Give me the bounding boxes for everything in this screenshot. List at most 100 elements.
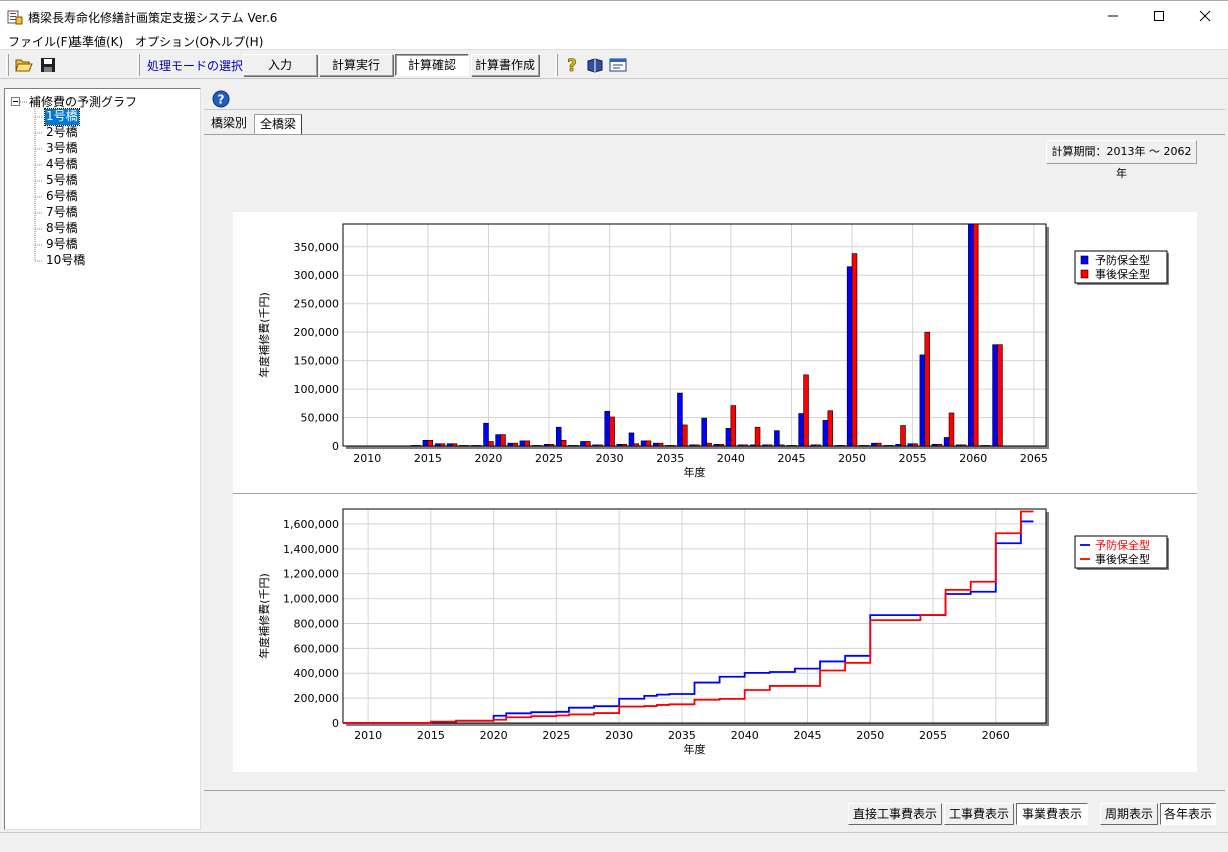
menu-help[interactable]: ヘルプ(H) [209, 33, 263, 50]
tree-item-bridge-6[interactable]: 6号橋 [45, 189, 79, 205]
tree-item-bridge-5[interactable]: 5号橋 [45, 173, 79, 189]
manual-book-button[interactable] [584, 54, 606, 76]
cumulative-chart-y-axis-label: 年度補修費(千円) [257, 573, 271, 659]
mode-selection-label: 処理モードの選択 [147, 59, 244, 73]
tree-item-bridge-8[interactable]: 8号橋 [45, 221, 79, 237]
bar-chart-bar [633, 443, 640, 447]
bar-chart-bar [640, 440, 647, 447]
bar-chart-bar [628, 432, 635, 447]
project-cost-button[interactable]: 事業費表示 [1016, 803, 1088, 825]
bar-chart-bar [888, 445, 894, 447]
cumulative-chart-y-tick-label: 1,600,000 [283, 518, 339, 531]
bar-chart-bar [992, 344, 998, 447]
bar-chart-bar [669, 445, 676, 447]
bridge-app-icon [7, 10, 23, 25]
bar-chart-bar [919, 354, 926, 447]
cumulative-chart-y-tick-label: 400,000 [294, 667, 340, 680]
bar-chart-bar [682, 424, 688, 447]
maximize-button[interactable] [1136, 1, 1182, 31]
help-circle-icon[interactable]: ? [212, 90, 230, 108]
bar-chart-bar [972, 223, 979, 447]
bar-chart-bar [883, 445, 889, 447]
book-icon [587, 58, 603, 73]
cumulative-chart-x-tick-label: 2035 [668, 729, 696, 742]
bar-chart-bar [524, 440, 531, 447]
bar-chart-bar [415, 445, 421, 447]
graph-pane: ? 橋梁別 全橋梁 計算期間：2013年 ～ 2062年 2010 2015 202… [204, 88, 1225, 830]
close-button[interactable] [1182, 1, 1228, 31]
bar-chart-bar [955, 444, 962, 447]
bar-chart-bar [730, 405, 737, 447]
tab-all-bridges[interactable]: 全橋梁 [254, 114, 303, 134]
bar-chart-y-tick-label: 250,000 [294, 298, 340, 311]
tree-item-bridge-10[interactable]: 10号橋 [45, 253, 86, 269]
save-button[interactable] [37, 54, 59, 76]
bar-chart-y-tick-label: 300,000 [294, 269, 340, 282]
bar-chart-bar [597, 444, 603, 447]
display-options-bar: 直接工事費表示 工事費表示 事業費表示 周期表示 各年表示 [204, 790, 1225, 830]
tree-item-bridge-9[interactable]: 9号橋 [45, 237, 79, 253]
minimize-button[interactable] [1090, 1, 1136, 31]
bar-chart-y-tick-label: 100,000 [294, 383, 340, 396]
cycle-display-button[interactable]: 周期表示 [1100, 803, 1158, 825]
bar-chart-bar [718, 443, 724, 447]
bar-chart-bar [476, 445, 482, 447]
bar-chart-bar [519, 440, 526, 447]
bar-chart-bar [488, 441, 494, 447]
bar-chart-bar [822, 420, 829, 447]
bar-chart-y-tick-label: 200,000 [294, 326, 340, 339]
open-folder-button[interactable] [13, 54, 35, 76]
cumulative-chart-x-tick-label: 2010 [354, 729, 382, 742]
menu-options[interactable]: オプション(O) [135, 33, 214, 50]
bar-chart-x-tick-label: 2045 [777, 452, 805, 465]
help-question-button[interactable]: ? [561, 54, 583, 76]
toolbar-grip [6, 54, 9, 76]
cumulative-chart-y-tick-label: 800,000 [294, 617, 340, 630]
menu-standard-values[interactable]: 基準値(K) [70, 33, 123, 50]
tree-root-forecast-graph[interactable]: 補修費の予測グラフ [29, 93, 137, 110]
question-mark-icon: ? [567, 56, 577, 74]
mode-report-button[interactable]: 計算書作成 [471, 54, 539, 76]
bar-chart-bar [851, 253, 858, 447]
bar-chart-bar [754, 426, 761, 447]
toolbar-grip [555, 54, 558, 76]
bar-chart-bar [798, 413, 804, 447]
mode-input-button[interactable]: 入力 [243, 54, 317, 76]
bar-chart-bar [786, 445, 792, 447]
help-row: ? [204, 88, 1225, 110]
yearly-display-button[interactable]: 各年表示 [1160, 803, 1216, 825]
bar-chart-bar [895, 443, 901, 447]
construction-cost-button[interactable]: 工事費表示 [944, 803, 1014, 825]
bar-chart-bar [500, 434, 506, 447]
bar-chart-bar [815, 444, 821, 447]
bar-chart-bar [495, 434, 501, 447]
bar-chart-bar [701, 417, 707, 447]
save-icon [41, 58, 55, 72]
bar-chart-legend-label: 予防保全型 [1095, 253, 1150, 267]
tree-item-bridge-7[interactable]: 7号橋 [45, 205, 79, 221]
cumulative-chart-y-tick-label: 0 [332, 717, 339, 730]
graph-content: 計算期間：2013年 ～ 2062年 2010 2015 2020 2025 2030 2… [204, 134, 1225, 788]
bar-chart-bar [762, 444, 768, 447]
chart-panel: 2010 2015 2020 2025 2030 2035 2040 2045 2050 2055… [233, 212, 1197, 772]
bar-chart-bar [459, 445, 465, 447]
tree-item-bridge-4[interactable]: 4号橋 [45, 157, 79, 173]
bar-chart-x-axis-label: 年度 [684, 465, 706, 479]
version-info-button[interactable] [607, 54, 629, 76]
direct-cost-button[interactable]: 直接工事費表示 [848, 803, 942, 825]
menu-file[interactable]: ファイル(F) [8, 33, 72, 50]
cumulative-chart-legend-label: 事後保全型 [1095, 552, 1150, 566]
cumulative-chart-x-tick-label: 2040 [731, 729, 759, 742]
mode-calc-run-button[interactable]: 計算実行 [319, 54, 393, 76]
mode-calc-check-button[interactable]: 計算確認 [395, 54, 469, 76]
tree-item-bridge-3[interactable]: 3号橋 [45, 141, 79, 157]
bar-chart-bar [657, 442, 664, 447]
bar-chart-y-tick-label: 350,000 [294, 241, 340, 254]
graph-tabs: 橋梁別 全橋梁 [204, 114, 1225, 134]
tab-per-bridge[interactable]: 橋梁別 [206, 114, 252, 134]
close-icon [1199, 10, 1211, 22]
tree-item-bridge-2[interactable]: 2号橋 [45, 125, 79, 141]
svg-text:?: ? [567, 56, 577, 74]
tree-item-bridge-1[interactable]: 1号橋 [44, 108, 80, 126]
open-folder-icon [15, 59, 33, 72]
